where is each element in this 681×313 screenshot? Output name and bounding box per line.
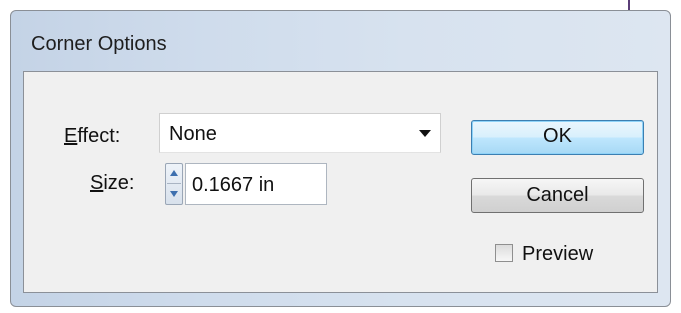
cancel-button[interactable]: Cancel: [471, 178, 644, 213]
size-increment-button[interactable]: [167, 164, 181, 184]
ok-button[interactable]: OK: [471, 120, 644, 155]
arrow-down-icon: [170, 191, 178, 197]
size-stepper[interactable]: [165, 163, 183, 205]
effect-label-text: ffect:: [77, 125, 121, 147]
size-label-text: ize:: [103, 172, 135, 194]
arrow-up-icon: [170, 170, 178, 176]
chevron-down-icon[interactable]: [419, 130, 431, 137]
dialog-content: Effect: None Size: 0.1667 in OK Cancel P…: [23, 71, 658, 293]
effect-selected-value: None: [169, 123, 217, 145]
dialog-title: Corner Options: [31, 33, 167, 55]
size-decrement-button[interactable]: [167, 184, 181, 203]
size-label: Size:: [90, 172, 134, 195]
effect-label-accelerator: E: [64, 125, 78, 147]
effect-label: Effect:: [64, 125, 120, 148]
size-input-value: 0.1667 in: [192, 174, 275, 196]
preview-label[interactable]: Preview: [522, 243, 593, 266]
size-input[interactable]: 0.1667 in: [185, 163, 327, 205]
size-label-accelerator: S: [90, 172, 104, 194]
title-bar[interactable]: Corner Options: [11, 11, 670, 71]
preview-checkbox[interactable]: [495, 244, 513, 262]
corner-options-dialog: Corner Options Effect: None Size: 0.1667…: [10, 10, 671, 307]
effect-dropdown[interactable]: None: [159, 113, 441, 153]
